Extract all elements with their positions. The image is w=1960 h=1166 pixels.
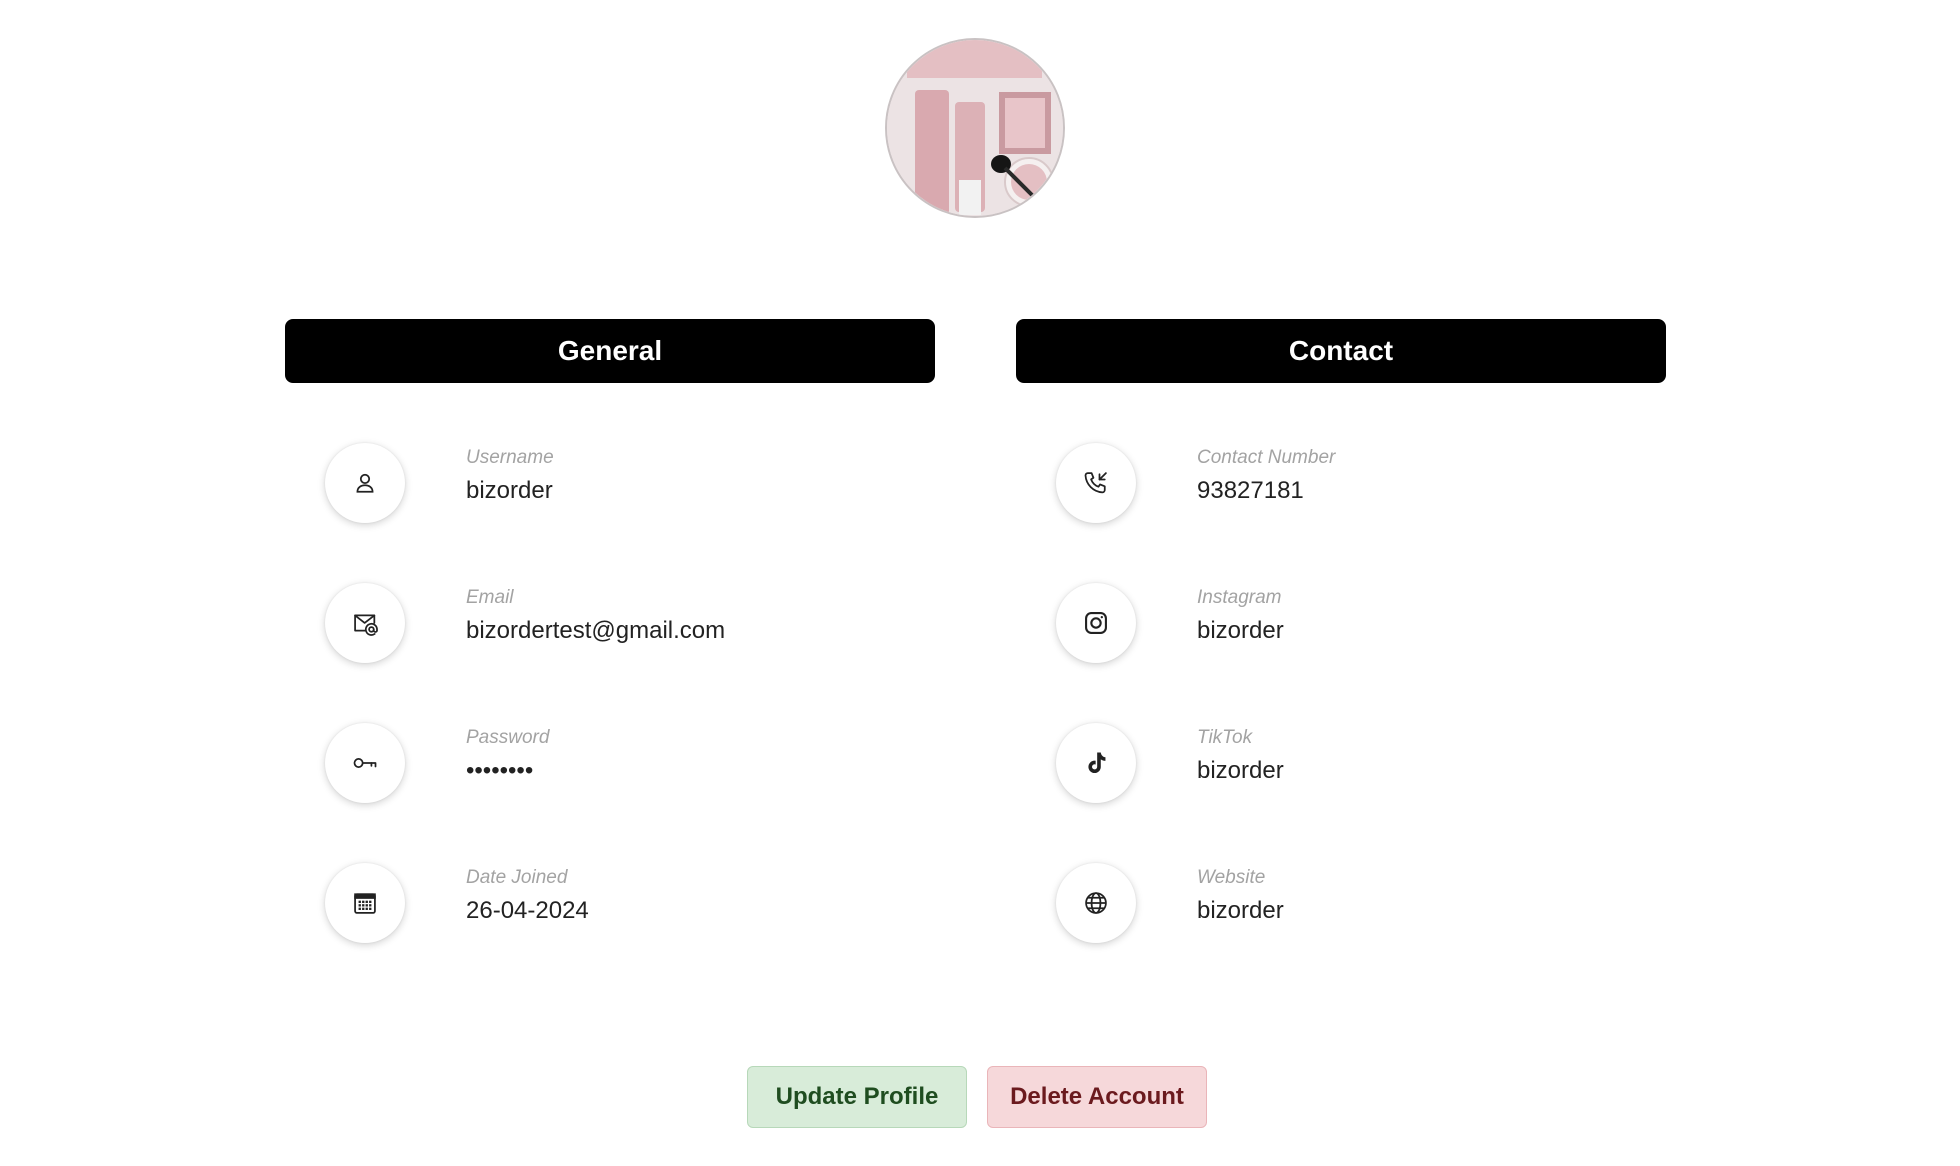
field-value: bizorder	[1197, 897, 1284, 924]
calendar-icon	[325, 863, 405, 943]
instagram-icon	[1056, 583, 1136, 663]
field-value: 26-04-2024	[466, 897, 589, 924]
general-field-password: Password ••••••••	[325, 723, 885, 823]
contact-field-tiktok: TikTok bizorder	[1056, 723, 1616, 823]
delete-account-button[interactable]: Delete Account	[987, 1066, 1207, 1128]
field-label: Contact Number	[1197, 447, 1336, 468]
tiktok-icon	[1056, 723, 1136, 803]
field-value: bizordertest@gmail.com	[466, 617, 726, 644]
field-label: Website	[1197, 867, 1266, 888]
field-label: Username	[466, 447, 554, 468]
field-label: Instagram	[1197, 587, 1282, 608]
field-value: bizorder	[466, 477, 553, 504]
phone-icon	[1056, 443, 1136, 523]
field-value: bizorder	[1197, 757, 1284, 784]
profile-avatar[interactable]	[885, 38, 1065, 218]
contact-field-instagram: Instagram bizorder	[1056, 583, 1616, 683]
field-value: ••••••••	[466, 757, 534, 784]
general-field-email: Email bizordertest@gmail.com	[325, 583, 885, 683]
field-label: TikTok	[1197, 727, 1253, 748]
field-value: bizorder	[1197, 617, 1284, 644]
user-icon	[325, 443, 405, 523]
contact-section-header: Contact	[1016, 319, 1666, 383]
update-profile-button[interactable]: Update Profile	[747, 1066, 967, 1128]
field-label: Date Joined	[466, 867, 568, 888]
contact-field-phone: Contact Number 93827181	[1056, 443, 1616, 543]
field-label: Password	[466, 727, 550, 748]
avatar-image	[887, 40, 1063, 216]
general-field-date-joined: Date Joined 26-04-2024	[325, 863, 885, 963]
field-label: Email	[466, 587, 514, 608]
contact-field-website: Website bizorder	[1056, 863, 1616, 963]
globe-icon	[1056, 863, 1136, 943]
email-icon	[325, 583, 405, 663]
general-field-username: Username bizorder	[325, 443, 885, 543]
general-section-header: General	[285, 319, 935, 383]
field-value: 93827181	[1197, 477, 1304, 504]
key-icon	[325, 723, 405, 803]
